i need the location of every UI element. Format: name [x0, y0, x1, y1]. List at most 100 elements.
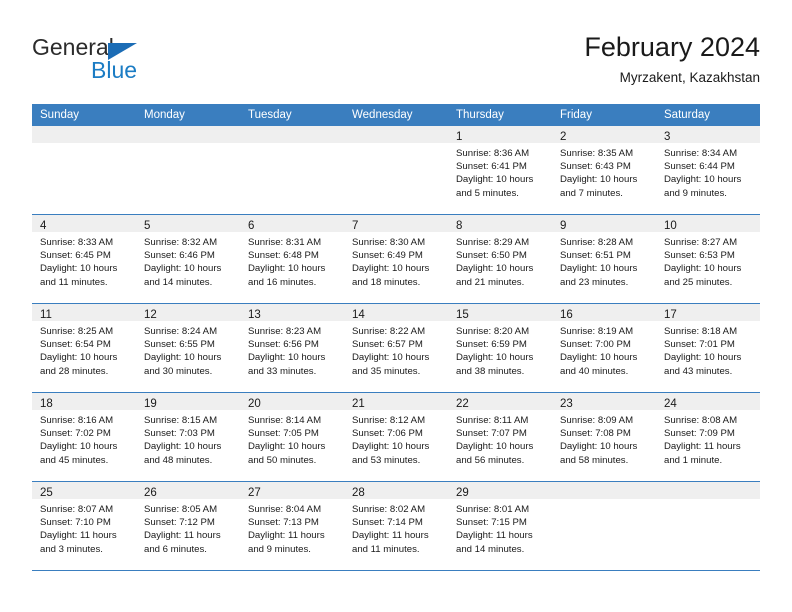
calendar-day-cell[interactable]: [344, 126, 448, 215]
calendar-day-cell[interactable]: 24 Sunrise: 8:08 AM Sunset: 7:09 PM Dayligh…: [656, 392, 760, 482]
day-number-band: 21: [344, 393, 448, 410]
calendar-day-cell[interactable]: 10 Sunrise: 8:27 AM Sunset: 6:53 PM Dayligh…: [656, 214, 760, 304]
calendar-day-cell[interactable]: 22 Sunrise: 8:11 AM Sunset: 7:07 PM Dayligh…: [448, 392, 552, 482]
general-blue-logo[interactable]: General Blue: [32, 34, 212, 90]
calendar-day-cell[interactable]: 21 Sunrise: 8:12 AM Sunset: 7:06 PM Dayligh…: [344, 392, 448, 482]
calendar-day-cell[interactable]: 27 Sunrise: 8:04 AM Sunset: 7:13 PM Dayligh…: [240, 481, 344, 571]
day-number-band: 20: [240, 393, 344, 410]
day-cell-content: 19 Sunrise: 8:15 AM Sunset: 7:03 PM Dayligh…: [136, 393, 240, 481]
sunset-text: Sunset: 6:41 PM: [456, 161, 527, 173]
sunrise-text: Sunrise: 8:20 AM: [456, 326, 530, 337]
day-number-band: 27: [240, 482, 344, 499]
daylight-text-line1: Daylight: 11 hours: [664, 441, 741, 453]
calendar-day-cell[interactable]: 4 Sunrise: 8:33 AM Sunset: 6:45 PM Daylight…: [32, 214, 136, 304]
day-cell-empty: [136, 126, 240, 214]
sunrise-text: Sunrise: 8:36 AM: [456, 148, 530, 159]
page-header: General Blue February 2024 Myrzakent, Ka…: [32, 30, 760, 96]
calendar-day-cell[interactable]: 6 Sunrise: 8:31 AM Sunset: 6:48 PM Daylight…: [240, 214, 344, 304]
day-details: Sunrise: 8:24 AM Sunset: 6:55 PM Daylight:…: [136, 321, 240, 378]
daylight-text-line2: and 40 minutes.: [560, 365, 629, 377]
day-cell-content: 13 Sunrise: 8:23 AM Sunset: 6:56 PM Dayligh…: [240, 304, 344, 392]
day-number-band: 12: [136, 304, 240, 321]
daylight-text-line2: and 48 minutes.: [144, 454, 213, 466]
weekday-header-saturday: Saturday: [656, 104, 760, 126]
calendar-day-cell[interactable]: 23 Sunrise: 8:09 AM Sunset: 7:08 PM Dayligh…: [552, 392, 656, 482]
sunrise-text: Sunrise: 8:12 AM: [352, 415, 426, 426]
calendar-day-cell[interactable]: [656, 481, 760, 571]
calendar-day-cell[interactable]: 18 Sunrise: 8:16 AM Sunset: 7:02 PM Dayligh…: [32, 392, 136, 482]
day-number-band: 18: [32, 393, 136, 410]
calendar-day-cell[interactable]: 11 Sunrise: 8:25 AM Sunset: 6:54 PM Dayligh…: [32, 303, 136, 393]
sunset-text: Sunset: 7:06 PM: [352, 428, 423, 440]
sunset-text: Sunset: 7:01 PM: [664, 339, 735, 351]
calendar-day-cell[interactable]: 2 Sunrise: 8:35 AM Sunset: 6:43 PM Daylight…: [552, 126, 656, 215]
day-number-band: 13: [240, 304, 344, 321]
day-number: 19: [144, 398, 157, 410]
day-cell-content: 23 Sunrise: 8:09 AM Sunset: 7:08 PM Dayligh…: [552, 393, 656, 481]
calendar-week-row: 18 Sunrise: 8:16 AM Sunset: 7:02 PM Dayligh…: [32, 392, 760, 482]
calendar-week-row: 11 Sunrise: 8:25 AM Sunset: 6:54 PM Dayligh…: [32, 303, 760, 393]
sunrise-text: Sunrise: 8:11 AM: [456, 415, 529, 426]
calendar-day-cell[interactable]: 17 Sunrise: 8:18 AM Sunset: 7:01 PM Dayligh…: [656, 303, 760, 393]
sunset-text: Sunset: 6:56 PM: [248, 339, 319, 351]
day-number: 14: [352, 309, 365, 321]
calendar-day-cell[interactable]: 8 Sunrise: 8:29 AM Sunset: 6:50 PM Daylight…: [448, 214, 552, 304]
calendar-day-cell[interactable]: 12 Sunrise: 8:24 AM Sunset: 6:55 PM Dayligh…: [136, 303, 240, 393]
day-cell-content: 2 Sunrise: 8:35 AM Sunset: 6:43 PM Daylight…: [552, 126, 656, 214]
weekday-header-thursday: Thursday: [448, 104, 552, 126]
sunrise-text: Sunrise: 8:22 AM: [352, 326, 426, 337]
day-number: 21: [352, 398, 365, 410]
day-details: Sunrise: 8:29 AM Sunset: 6:50 PM Daylight:…: [448, 232, 552, 289]
title-block: February 2024 Myrzakent, Kazakhstan: [584, 30, 760, 88]
calendar-day-cell[interactable]: 16 Sunrise: 8:19 AM Sunset: 7:00 PM Dayligh…: [552, 303, 656, 393]
day-cell-content: 26 Sunrise: 8:05 AM Sunset: 7:12 PM Dayligh…: [136, 482, 240, 570]
daylight-text-line1: Daylight: 11 hours: [352, 530, 429, 542]
day-cell-content: 24 Sunrise: 8:08 AM Sunset: 7:09 PM Dayligh…: [656, 393, 760, 481]
calendar-day-cell[interactable]: 28 Sunrise: 8:02 AM Sunset: 7:14 PM Dayligh…: [344, 481, 448, 571]
day-details: Sunrise: 8:30 AM Sunset: 6:49 PM Daylight:…: [344, 232, 448, 289]
daylight-text-line2: and 38 minutes.: [456, 365, 525, 377]
calendar-day-cell[interactable]: 26 Sunrise: 8:05 AM Sunset: 7:12 PM Dayligh…: [136, 481, 240, 571]
calendar-day-cell[interactable]: [552, 481, 656, 571]
daylight-text-line1: Daylight: 10 hours: [352, 263, 430, 275]
calendar-day-cell[interactable]: 14 Sunrise: 8:22 AM Sunset: 6:57 PM Dayligh…: [344, 303, 448, 393]
day-cell-content: 10 Sunrise: 8:27 AM Sunset: 6:53 PM Dayligh…: [656, 215, 760, 303]
calendar-day-cell[interactable]: 19 Sunrise: 8:15 AM Sunset: 7:03 PM Dayligh…: [136, 392, 240, 482]
day-cell-content: 17 Sunrise: 8:18 AM Sunset: 7:01 PM Dayligh…: [656, 304, 760, 392]
calendar-day-cell[interactable]: 3 Sunrise: 8:34 AM Sunset: 6:44 PM Daylight…: [656, 126, 760, 215]
calendar-day-cell[interactable]: 9 Sunrise: 8:28 AM Sunset: 6:51 PM Daylight…: [552, 214, 656, 304]
calendar-day-cell[interactable]: 7 Sunrise: 8:30 AM Sunset: 6:49 PM Daylight…: [344, 214, 448, 304]
day-cell-content: 18 Sunrise: 8:16 AM Sunset: 7:02 PM Dayligh…: [32, 393, 136, 481]
daylight-text-line2: and 28 minutes.: [40, 365, 109, 377]
sunrise-text: Sunrise: 8:35 AM: [560, 148, 634, 159]
daylight-text-line1: Daylight: 10 hours: [560, 263, 638, 275]
sunset-text: Sunset: 6:55 PM: [144, 339, 215, 351]
daylight-text-line2: and 9 minutes.: [664, 187, 727, 199]
calendar-day-cell[interactable]: 20 Sunrise: 8:14 AM Sunset: 7:05 PM Dayligh…: [240, 392, 344, 482]
daylight-text-line1: Daylight: 10 hours: [560, 352, 638, 364]
calendar-day-cell[interactable]: [240, 126, 344, 215]
daylight-text-line2: and 11 minutes.: [352, 543, 420, 555]
sunrise-text: Sunrise: 8:09 AM: [560, 415, 634, 426]
calendar-day-cell[interactable]: 25 Sunrise: 8:07 AM Sunset: 7:10 PM Dayligh…: [32, 481, 136, 571]
day-cell-content: 11 Sunrise: 8:25 AM Sunset: 6:54 PM Dayligh…: [32, 304, 136, 392]
day-details: Sunrise: 8:04 AM Sunset: 7:13 PM Daylight:…: [240, 499, 344, 556]
daylight-text-line1: Daylight: 11 hours: [248, 530, 325, 542]
sunset-text: Sunset: 7:02 PM: [40, 428, 111, 440]
day-number: 20: [248, 398, 261, 410]
day-number: 17: [664, 309, 677, 321]
day-details: Sunrise: 8:20 AM Sunset: 6:59 PM Daylight:…: [448, 321, 552, 378]
sunset-text: Sunset: 6:53 PM: [664, 250, 735, 262]
day-number: 12: [144, 309, 157, 321]
day-details: Sunrise: 8:16 AM Sunset: 7:02 PM Daylight:…: [32, 410, 136, 467]
calendar-day-cell[interactable]: [32, 126, 136, 215]
calendar-day-cell[interactable]: 1 Sunrise: 8:36 AM Sunset: 6:41 PM Daylight…: [448, 126, 552, 215]
calendar-day-cell[interactable]: 15 Sunrise: 8:20 AM Sunset: 6:59 PM Dayligh…: [448, 303, 552, 393]
sunset-text: Sunset: 6:59 PM: [456, 339, 527, 351]
calendar-day-cell[interactable]: 13 Sunrise: 8:23 AM Sunset: 6:56 PM Dayligh…: [240, 303, 344, 393]
day-details: Sunrise: 8:36 AM Sunset: 6:41 PM Daylight:…: [448, 143, 552, 200]
day-number-band: 14: [344, 304, 448, 321]
calendar-day-cell[interactable]: [136, 126, 240, 215]
calendar-day-cell[interactable]: 29 Sunrise: 8:01 AM Sunset: 7:15 PM Dayligh…: [448, 481, 552, 571]
calendar-day-cell[interactable]: 5 Sunrise: 8:32 AM Sunset: 6:46 PM Daylight…: [136, 214, 240, 304]
